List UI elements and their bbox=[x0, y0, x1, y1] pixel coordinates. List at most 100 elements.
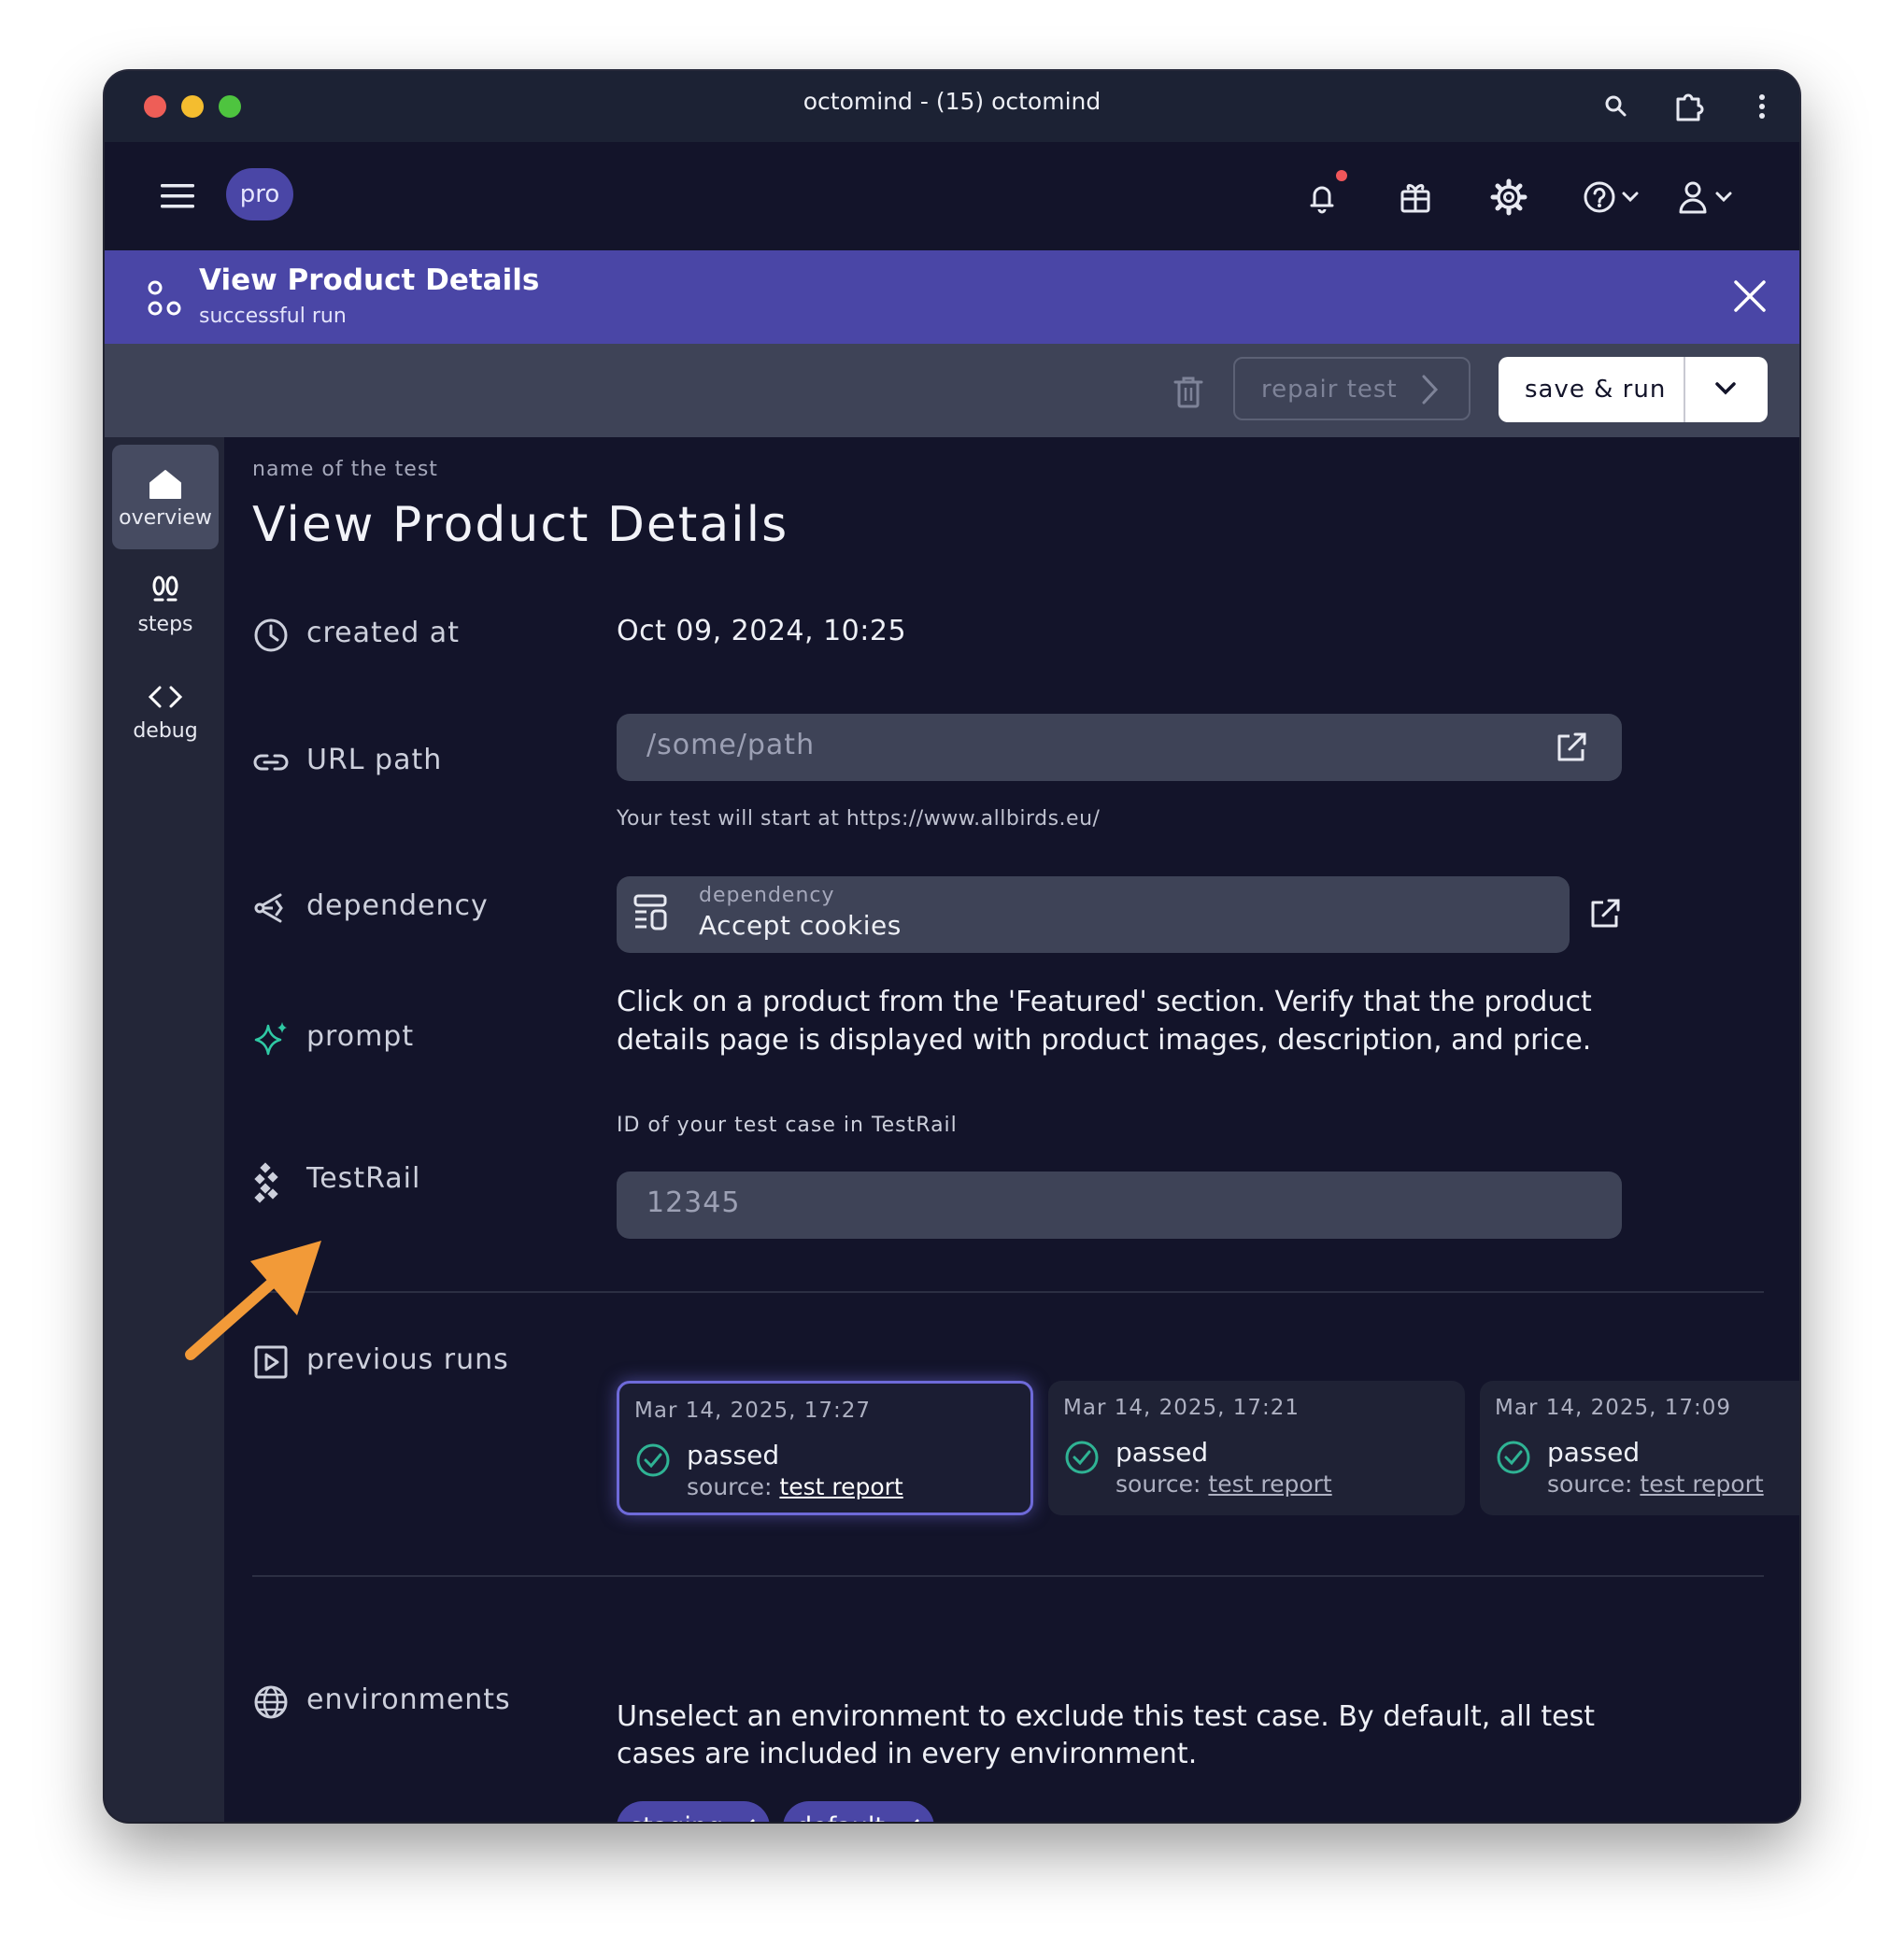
check-circle-icon bbox=[1065, 1441, 1099, 1474]
annotation-arrow-icon bbox=[185, 1241, 321, 1360]
run-status: passed bbox=[1115, 1437, 1209, 1468]
run-source-label: source: bbox=[1547, 1470, 1633, 1498]
run-card[interactable]: Mar 14, 2025, 17:09 passed source: test … bbox=[1480, 1381, 1799, 1515]
link-icon bbox=[253, 754, 289, 771]
test-name-caption: name of the test bbox=[252, 458, 438, 481]
check-circle-icon bbox=[1497, 1441, 1530, 1474]
clock-icon bbox=[254, 618, 288, 652]
repair-test-button[interactable]: repair test bbox=[1233, 357, 1471, 420]
run-date: Mar 14, 2025, 17:09 bbox=[1495, 1396, 1732, 1420]
run-source: source: test report bbox=[1115, 1470, 1332, 1498]
run-status: passed bbox=[1547, 1437, 1641, 1468]
testrail-id-placeholder: 12345 bbox=[647, 1186, 741, 1219]
sparkles-icon bbox=[254, 1022, 287, 1056]
testrail-caption: ID of your test case in TestRail bbox=[617, 1114, 958, 1137]
bell-icon[interactable] bbox=[1300, 176, 1343, 219]
created-at-text: created at bbox=[306, 617, 460, 649]
user-icon[interactable] bbox=[1674, 176, 1741, 219]
url-path-help: Your test will start at https://www.allb… bbox=[617, 807, 1101, 831]
gear-icon[interactable] bbox=[1487, 176, 1530, 219]
environment-chip-staging[interactable]: staging bbox=[617, 1801, 770, 1822]
gift-icon[interactable] bbox=[1394, 176, 1437, 219]
prompt-text[interactable]: Click on a product from the 'Featured' s… bbox=[617, 983, 1607, 1059]
check-icon bbox=[915, 1819, 919, 1822]
globe-icon bbox=[254, 1685, 288, 1719]
check-icon bbox=[750, 1819, 755, 1822]
sidebar-label-debug: debug bbox=[133, 719, 198, 743]
run-source: source: test report bbox=[1547, 1470, 1764, 1498]
section-divider bbox=[252, 1575, 1764, 1577]
run-date: Mar 14, 2025, 17:21 bbox=[1063, 1396, 1300, 1420]
zoom-icon[interactable] bbox=[1598, 88, 1635, 125]
button-separator bbox=[1684, 357, 1685, 422]
help-icon[interactable] bbox=[1581, 176, 1648, 219]
repair-test-label: repair test bbox=[1261, 376, 1398, 404]
url-path-text: URL path bbox=[306, 744, 443, 776]
code-icon bbox=[148, 686, 183, 708]
banner-subtitle: successful run bbox=[199, 305, 347, 328]
run-source-label: source: bbox=[1115, 1470, 1201, 1498]
environment-chip-default[interactable]: default bbox=[783, 1801, 934, 1822]
sidebar-item-debug[interactable]: debug bbox=[112, 658, 219, 762]
title-bar: octomind - (15) octomind bbox=[105, 71, 1799, 142]
trash-icon[interactable] bbox=[1170, 372, 1207, 413]
test-case-icon bbox=[148, 280, 181, 316]
dependency-text: dependency bbox=[306, 889, 489, 922]
share-nodes-icon bbox=[254, 893, 283, 923]
external-link-icon[interactable] bbox=[1551, 727, 1592, 768]
run-card[interactable]: Mar 14, 2025, 17:21 passed source: test … bbox=[1048, 1381, 1465, 1515]
banner-title: View Product Details bbox=[199, 263, 540, 297]
prompt-text-label: prompt bbox=[306, 1020, 415, 1053]
check-circle-icon bbox=[636, 1443, 670, 1477]
more-vertical-icon[interactable] bbox=[1743, 88, 1781, 125]
menu-icon[interactable] bbox=[159, 181, 196, 211]
save-and-run-button[interactable]: save & run bbox=[1499, 357, 1768, 422]
dependency-caption: dependency bbox=[699, 884, 835, 907]
test-overview: name of the test View Product Details cr… bbox=[224, 437, 1799, 1822]
testrail-icon bbox=[254, 1162, 278, 1203]
action-toolbar: repair test save & run bbox=[105, 344, 1799, 437]
url-path-input[interactable]: /some/path bbox=[617, 714, 1622, 781]
chevron-down-icon[interactable] bbox=[1712, 377, 1740, 402]
footsteps-icon bbox=[152, 575, 178, 602]
environment-chip-label: staging bbox=[630, 1812, 723, 1822]
home-icon bbox=[149, 470, 181, 499]
test-banner: View Product Details successful run bbox=[105, 250, 1799, 344]
chevron-right-icon bbox=[1422, 375, 1439, 405]
run-source-label: source: bbox=[687, 1473, 773, 1500]
sidebar-label-steps: steps bbox=[137, 613, 193, 636]
sidebar: overview steps debug bbox=[105, 437, 224, 1822]
notification-dot bbox=[1336, 170, 1347, 181]
run-source: source: test report bbox=[687, 1473, 903, 1500]
extension-icon[interactable] bbox=[1670, 88, 1708, 125]
sidebar-item-overview[interactable]: overview bbox=[112, 445, 219, 549]
dependency-list-icon bbox=[633, 894, 667, 930]
section-divider bbox=[252, 1291, 1764, 1293]
previous-runs-text: previous runs bbox=[306, 1343, 509, 1376]
created-at-value: Oct 09, 2024, 10:25 bbox=[617, 615, 907, 647]
app-window: octomind - (15) octomind pro View Produc… bbox=[105, 71, 1799, 1822]
window-title: octomind - (15) octomind bbox=[803, 88, 1101, 115]
test-name: View Product Details bbox=[252, 497, 789, 553]
environments-text: environments bbox=[306, 1683, 511, 1716]
test-report-link[interactable]: test report bbox=[1208, 1470, 1331, 1498]
save-and-run-label: save & run bbox=[1525, 376, 1667, 404]
test-report-link[interactable]: test report bbox=[1640, 1470, 1763, 1498]
dependency-value: Accept cookies bbox=[699, 910, 902, 941]
sidebar-label-overview: overview bbox=[119, 506, 212, 530]
environment-chip-label: default bbox=[796, 1812, 885, 1822]
run-card[interactable]: Mar 14, 2025, 17:27 passed source: test … bbox=[617, 1381, 1033, 1515]
environments-help: Unselect an environment to exclude this … bbox=[617, 1700, 1596, 1770]
close-icon[interactable] bbox=[1730, 277, 1769, 316]
sidebar-item-steps[interactable]: steps bbox=[112, 551, 219, 656]
testrail-text: TestRail bbox=[306, 1162, 421, 1195]
run-status: passed bbox=[687, 1440, 780, 1470]
testrail-id-input[interactable]: 12345 bbox=[617, 1172, 1622, 1239]
dependency-select[interactable]: dependency Accept cookies bbox=[617, 876, 1570, 953]
top-navigation: pro bbox=[105, 142, 1799, 250]
url-path-placeholder: /some/path bbox=[647, 729, 816, 761]
plan-badge[interactable]: pro bbox=[226, 168, 293, 220]
external-link-icon[interactable] bbox=[1584, 893, 1626, 934]
test-report-link[interactable]: test report bbox=[779, 1473, 902, 1500]
run-date: Mar 14, 2025, 17:27 bbox=[634, 1399, 872, 1423]
